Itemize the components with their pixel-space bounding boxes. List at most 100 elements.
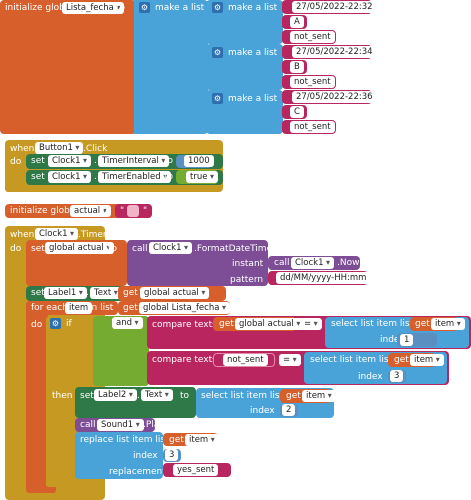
to-label: to (164, 156, 174, 166)
method-label: .FormatDateTime (194, 244, 273, 254)
variable-dropdown[interactable]: global Lista_fecha (139, 302, 230, 314)
component-dropdown[interactable]: Clock1 (48, 155, 92, 167)
compare-label: compare texts (152, 320, 217, 330)
if-block[interactable] (46, 316, 76, 488)
dot-label: . (137, 391, 140, 401)
event-bottom-bar (5, 185, 50, 192)
make-list-label: make a list (228, 94, 278, 104)
number-value[interactable]: 1000 (184, 155, 214, 167)
to-label: to (102, 206, 112, 216)
empty-text-value[interactable] (127, 205, 139, 217)
yes-sent-text-value[interactable]: yes_sent (173, 464, 219, 476)
compare-operator-dropdown[interactable]: = (300, 318, 322, 330)
if-label: if (66, 319, 72, 329)
make-list-label: make a list (155, 3, 205, 13)
property-dropdown[interactable]: Text (90, 287, 122, 299)
make-list-label: make a list (228, 48, 278, 58)
to-label: to (164, 172, 174, 182)
text-status-1[interactable]: not_sent (290, 31, 335, 43)
dot-label: . (86, 288, 89, 298)
call-label: call (80, 420, 96, 430)
set-label: set (31, 288, 45, 298)
compare-operator-dropdown[interactable]: = (279, 354, 301, 366)
loop-do-label: do (31, 320, 43, 330)
pattern-label: pattern (230, 275, 264, 285)
boolean-value[interactable]: true (186, 171, 219, 183)
select-label: select list item list (331, 319, 414, 329)
get-label: get (219, 319, 234, 329)
gear-icon[interactable]: ⚙ (212, 93, 223, 104)
make-list-label: make a list (228, 3, 278, 13)
item-dropdown[interactable]: item (410, 354, 444, 366)
index-value[interactable]: 2 (282, 404, 296, 416)
index-value[interactable]: 1 (400, 334, 414, 346)
gear-icon[interactable]: ⚙ (139, 2, 150, 13)
text-letter-2[interactable]: B (290, 61, 304, 73)
replacement-label: replacement (109, 467, 166, 477)
text-date-1[interactable]: 27/05/2022-22:32 (292, 1, 377, 13)
variable-dropdown[interactable]: global actual (45, 242, 115, 254)
event-label: .Click (83, 144, 108, 154)
method-label: .Now (337, 258, 360, 268)
text-date-3[interactable]: 27/05/2022-22:36 (292, 91, 377, 103)
set-label: set (31, 244, 45, 254)
then-label: then (52, 391, 73, 401)
do-label: do (10, 157, 22, 167)
quote-open: " (120, 206, 125, 216)
component-dropdown[interactable]: Clock1 (48, 171, 92, 183)
component-dropdown[interactable]: Label1 (44, 287, 87, 299)
to-label: to (116, 3, 126, 13)
index-label: index (358, 372, 383, 382)
index-value[interactable]: 3 (165, 449, 179, 461)
get-label: get (169, 435, 184, 445)
compare-label: compare texts (152, 355, 217, 365)
do-label: do (10, 244, 22, 254)
property-dropdown[interactable]: TimerInterval (98, 155, 170, 167)
replace-label: replace list item list (80, 435, 169, 445)
init-label: initialize global (10, 206, 78, 216)
for-each-bottom-bar (26, 487, 56, 493)
gear-icon[interactable]: ⚙ (212, 2, 223, 13)
text-letter-3[interactable]: C (290, 106, 304, 118)
gear-icon[interactable]: ⚙ (50, 318, 61, 329)
get-label: get (394, 355, 409, 365)
text-status-3[interactable]: not_sent (290, 121, 335, 133)
set-label: set (31, 156, 45, 166)
property-dropdown[interactable]: TimerEnabled (98, 171, 172, 183)
item-dropdown[interactable]: item (185, 434, 219, 446)
item-dropdown[interactable]: item (431, 318, 465, 330)
text-date-2[interactable]: 27/05/2022-22:34 (292, 46, 377, 58)
for-each-label: for each (31, 303, 68, 313)
to-label: to (108, 244, 118, 254)
index-label: index (133, 451, 158, 461)
call-label: call (132, 244, 148, 254)
index-value[interactable]: 3 (390, 370, 404, 382)
property-dropdown[interactable]: Text (141, 389, 173, 401)
set-label: set (80, 391, 94, 401)
and-operator-dropdown[interactable]: and (112, 317, 143, 329)
to-label: to (180, 391, 190, 401)
item-dropdown[interactable]: item (302, 390, 336, 402)
text-letter-1[interactable]: A (290, 16, 304, 28)
gear-icon[interactable]: ⚙ (212, 47, 223, 58)
select-label: select list item list (201, 391, 284, 401)
event-label: .Timer (78, 230, 107, 240)
variable-dropdown[interactable]: global actual (235, 318, 305, 330)
pattern-text-value[interactable]: dd/MM/yyyy-HH:mm (276, 272, 371, 284)
get-label: get (123, 288, 138, 298)
index-label: index (250, 406, 275, 416)
component-dropdown[interactable]: Clock1 (149, 242, 193, 254)
component-dropdown[interactable]: Label2 (94, 389, 137, 401)
variable-dropdown[interactable]: global actual (140, 287, 210, 299)
component-dropdown[interactable]: Button1 (35, 142, 84, 154)
text-status-2[interactable]: not_sent (290, 76, 335, 88)
make-list-outer[interactable] (134, 0, 208, 134)
dot-label: . (94, 156, 97, 166)
when-label: when (10, 144, 35, 154)
component-dropdown[interactable]: Sound1 (97, 419, 144, 431)
component-dropdown[interactable]: Clock1 (35, 228, 79, 240)
dot-label: . (94, 172, 97, 182)
not-sent-text-value[interactable]: not_sent (223, 354, 268, 366)
init-lista-fecha-block[interactable] (0, 0, 136, 134)
component-dropdown[interactable]: Clock1 (291, 257, 335, 269)
